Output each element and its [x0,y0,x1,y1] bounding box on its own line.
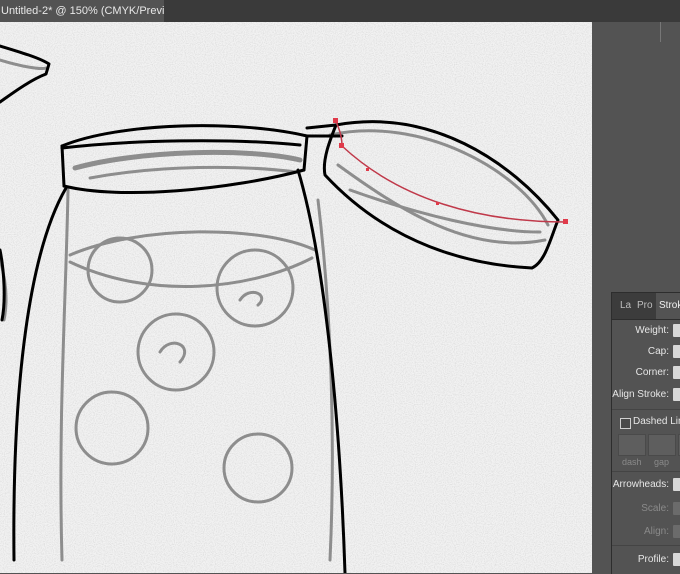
align-row: Align: [612,522,680,542]
align-stroke-label: Align Stroke: [612,389,669,400]
dashed-line-checkbox[interactable] [620,418,631,429]
anchor-point [563,219,568,224]
separator [612,471,680,472]
divider [660,22,661,42]
anchor-point [333,118,338,123]
tab-layers[interactable]: La [620,293,634,319]
arrowheads-dropdown[interactable] [673,478,680,491]
corner-button[interactable] [673,366,680,379]
anchor-point [366,168,369,171]
corner-label: Corner: [635,367,669,378]
profile-label: Profile: [637,554,669,565]
arrowheads-label: Arrowheads: [612,479,669,490]
align-button[interactable] [673,525,680,538]
align-stroke-button[interactable] [673,388,680,401]
align-stroke-row: Align Stroke: [612,385,680,405]
weight-row: Weight: [612,321,680,341]
dashed-line-label: Dashed Line [633,416,680,427]
align-label: Align: [643,526,669,537]
cap-button[interactable] [673,345,680,358]
corner-row: Corner: [612,363,680,383]
gap-caption: gap [654,457,670,467]
tab-stroke[interactable]: Strok [656,293,680,319]
arrowheads-row: Arrowheads: [612,475,680,495]
gap-field[interactable] [648,434,676,456]
profile-row: Profile: [612,550,680,570]
scale-label: Scale: [641,503,669,514]
artboard-canvas[interactable] [0,22,592,573]
cap-row: Cap: [612,342,680,362]
anchor-point [436,202,439,205]
anchor-point [339,143,344,148]
document-tab[interactable]: Untitled-2* @ 150% (CMYK/Preview) [0,0,164,22]
dash-caption: dash [622,457,642,467]
profile-dropdown[interactable] [673,553,680,566]
panel-tab-bar: La Pro Strok [612,293,680,320]
artwork [0,22,592,573]
weight-label: Weight: [635,325,669,336]
scale-row: Scale: [612,499,680,519]
stroke-panel: La Pro Strok Weight: Cap: Corner: Align … [611,292,680,574]
separator [612,409,680,410]
cap-label: Cap: [647,346,669,357]
scale-field[interactable] [673,502,680,515]
document-tab-bar: Untitled-2* @ 150% (CMYK/Preview) [0,0,680,23]
dash-field[interactable] [618,434,646,456]
tab-properties[interactable]: Pro [637,293,654,319]
separator [612,545,680,546]
weight-stepper[interactable] [673,324,680,337]
